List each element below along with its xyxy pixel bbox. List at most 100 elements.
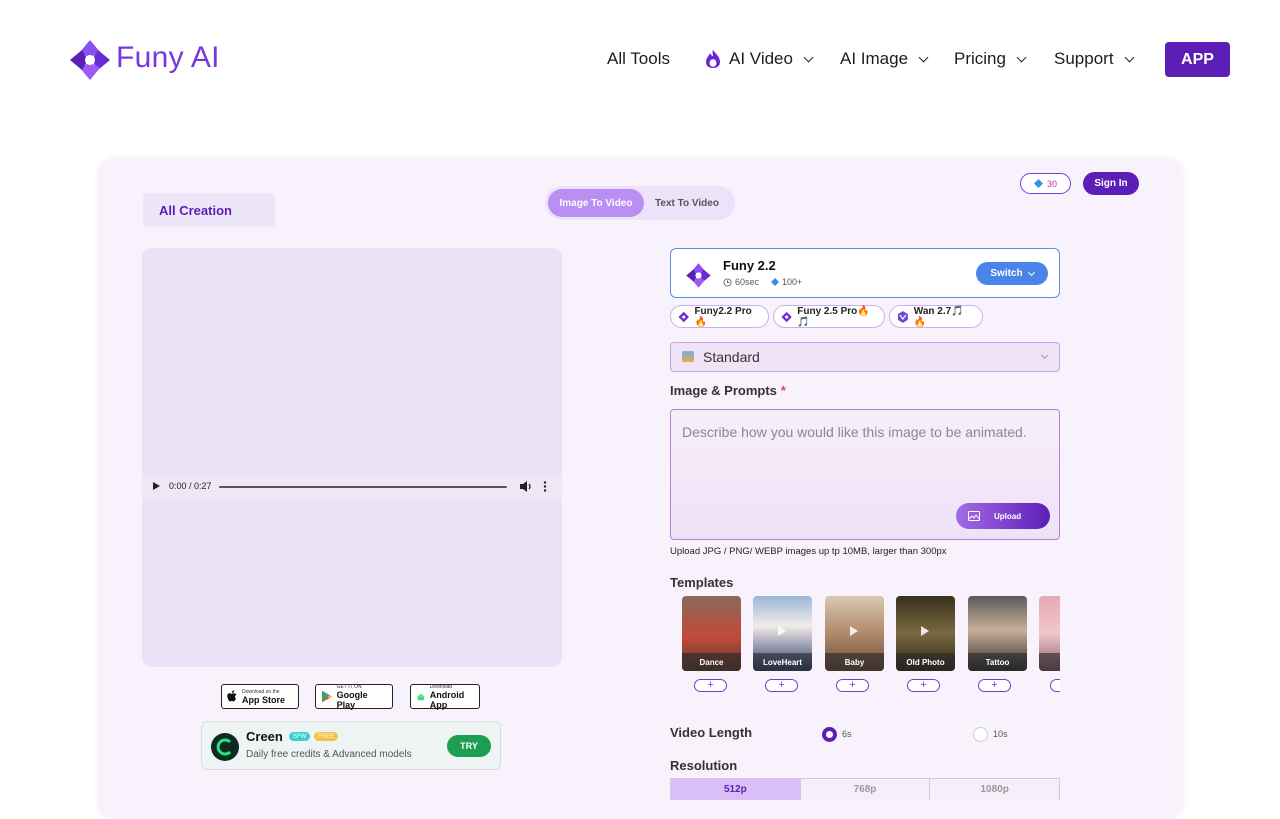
creen-subtitle: Daily free credits & Advanced models <box>246 749 412 760</box>
mode-tabs: Image To Video Text To Video <box>545 186 735 220</box>
prompt-textarea[interactable]: Describe how you would like this image t… <box>670 409 1060 540</box>
radio-10s[interactable] <box>973 727 988 742</box>
upload-label: Upload <box>994 511 1022 521</box>
tab-image-to-video[interactable]: Image To Video <box>548 189 644 217</box>
add-template-button[interactable]: + <box>1050 679 1060 692</box>
template-label: Baby <box>825 653 884 671</box>
required-mark: * <box>780 383 786 398</box>
clock-icon <box>723 277 732 287</box>
nav-ai-image[interactable]: AI Image <box>840 42 929 76</box>
switch-model-button[interactable]: Switch <box>976 262 1048 285</box>
creen-promo[interactable]: Creen SFW FREE Daily free credits & Adva… <box>201 721 501 770</box>
android-icon <box>417 693 425 700</box>
duration-text: 60sec <box>735 277 760 287</box>
video-preview[interactable] <box>142 248 562 667</box>
all-creation-button[interactable]: All Creation <box>143 193 275 227</box>
prompt-placeholder: Describe how you would like this image t… <box>682 424 1027 440</box>
nav-label: AI Image <box>840 49 909 68</box>
diamond-icon <box>1033 179 1043 188</box>
chip-label: Funy 2.5 Pro <box>797 305 858 317</box>
prompt-label: Image & Prompts * <box>670 383 786 398</box>
chip-funy25-pro[interactable]: Funy 2.5 Pro🔥🎵 <box>773 305 885 328</box>
store-name: Android App <box>429 689 465 710</box>
sfw-badge: SFW <box>289 732 311 741</box>
radio-6s[interactable] <box>822 727 837 742</box>
resolution-options: 512p 768p 1080p <box>670 778 1060 800</box>
nav-all-tools[interactable]: All Tools <box>607 42 670 76</box>
resolution-512p[interactable]: 512p <box>671 779 801 800</box>
chip-wan27[interactable]: Wan 2.7🎵🔥 <box>889 305 983 328</box>
nav-support[interactable]: Support <box>1054 42 1134 76</box>
credits-badge[interactable]: 30 <box>1020 173 1071 194</box>
model-name: Funy 2.2 <box>723 258 776 273</box>
template-card[interactable]: Tattoo <box>968 596 1027 671</box>
prompt-label-text: Image & Prompts <box>670 383 777 398</box>
chip-label: Funy2.2 Pro <box>694 305 752 317</box>
more-vertical-icon[interactable] <box>541 480 549 493</box>
add-template-button[interactable]: + <box>694 679 727 692</box>
template-card[interactable]: Old Photo <box>896 596 955 671</box>
nav-pricing[interactable]: Pricing <box>954 42 1027 76</box>
add-template-button[interactable]: + <box>765 679 798 692</box>
model-cost: 100+ <box>771 277 802 287</box>
store-name: Google Play <box>336 689 368 710</box>
image-style-icon <box>682 351 694 362</box>
tab-text-to-video[interactable]: Text To Video <box>646 189 728 217</box>
app-store-badge[interactable]: Download on the App Store <box>221 684 299 709</box>
template-label: Old Photo <box>896 653 955 671</box>
android-app-badge[interactable]: Download Android App <box>410 684 480 710</box>
nav-label: Pricing <box>954 49 1006 68</box>
switch-label: Switch <box>990 268 1023 279</box>
resolution-768p[interactable]: 768p <box>801 779 931 800</box>
volume-icon[interactable] <box>519 480 533 493</box>
template-card[interactable]: LoveHeart <box>753 596 812 671</box>
play-icon[interactable] <box>153 482 160 490</box>
chip-label: Wan 2.7 <box>913 305 952 317</box>
add-template-button[interactable]: + <box>978 679 1011 692</box>
template-label: Tattoo <box>968 653 1027 671</box>
upload-button[interactable]: Upload <box>956 503 1050 529</box>
nav-ai-video[interactable]: AI Video <box>704 42 814 76</box>
nav-label: All Tools <box>607 49 670 68</box>
model-duration: 60sec <box>723 277 759 287</box>
free-badge: FREE <box>314 732 339 741</box>
template-card[interactable]: Dance <box>682 596 741 671</box>
funy-logo-icon <box>70 40 110 80</box>
wan-model-icon <box>897 310 908 323</box>
templates-label: Templates <box>670 575 734 590</box>
video-time: 0:00 / 0:27 <box>169 481 212 491</box>
funy-model-icon <box>781 311 792 322</box>
app-button[interactable]: APP <box>1165 42 1230 77</box>
chevron-down-icon <box>1016 52 1027 62</box>
resolution-1080p[interactable]: 1080p <box>930 779 1059 800</box>
style-select[interactable]: Standard <box>670 342 1060 372</box>
template-card[interactable]: In <box>1039 596 1060 671</box>
upload-hint: Upload JPG / PNG/ WEBP images up tp 10MB… <box>670 546 947 557</box>
logo[interactable]: Funy AI <box>40 28 238 94</box>
template-label: Dance <box>682 653 741 671</box>
google-play-badge[interactable]: GET IT ON Google Play <box>315 684 393 710</box>
chevron-down-icon <box>1040 351 1049 360</box>
funy-model-icon <box>678 311 689 322</box>
try-button[interactable]: TRY <box>447 735 491 757</box>
video-progress-bar[interactable] <box>219 486 507 488</box>
chip-funy22-pro[interactable]: Funy2.2 Pro🔥 <box>670 305 769 328</box>
logo-text: Funy AI <box>116 41 220 74</box>
credits-count: 30 <box>1046 178 1057 189</box>
chevron-down-icon <box>918 52 929 62</box>
nav-label: AI Video <box>729 49 793 68</box>
google-play-icon <box>321 690 333 703</box>
sign-in-button[interactable]: Sign In <box>1083 172 1139 195</box>
template-card[interactable]: Baby <box>825 596 884 671</box>
radio-6s-label: 6s <box>842 729 852 739</box>
play-icon <box>778 626 786 636</box>
funy-model-icon <box>686 263 711 288</box>
creen-title: Creen <box>246 729 283 744</box>
add-template-button[interactable]: + <box>907 679 940 692</box>
add-template-button[interactable]: + <box>836 679 869 692</box>
play-icon <box>921 626 929 636</box>
apple-icon <box>227 690 237 702</box>
radio-10s-label: 10s <box>993 729 1008 739</box>
template-label: LoveHeart <box>753 653 812 671</box>
model-selector[interactable]: Funy 2.2 60sec 100+ Switch <box>670 248 1060 298</box>
